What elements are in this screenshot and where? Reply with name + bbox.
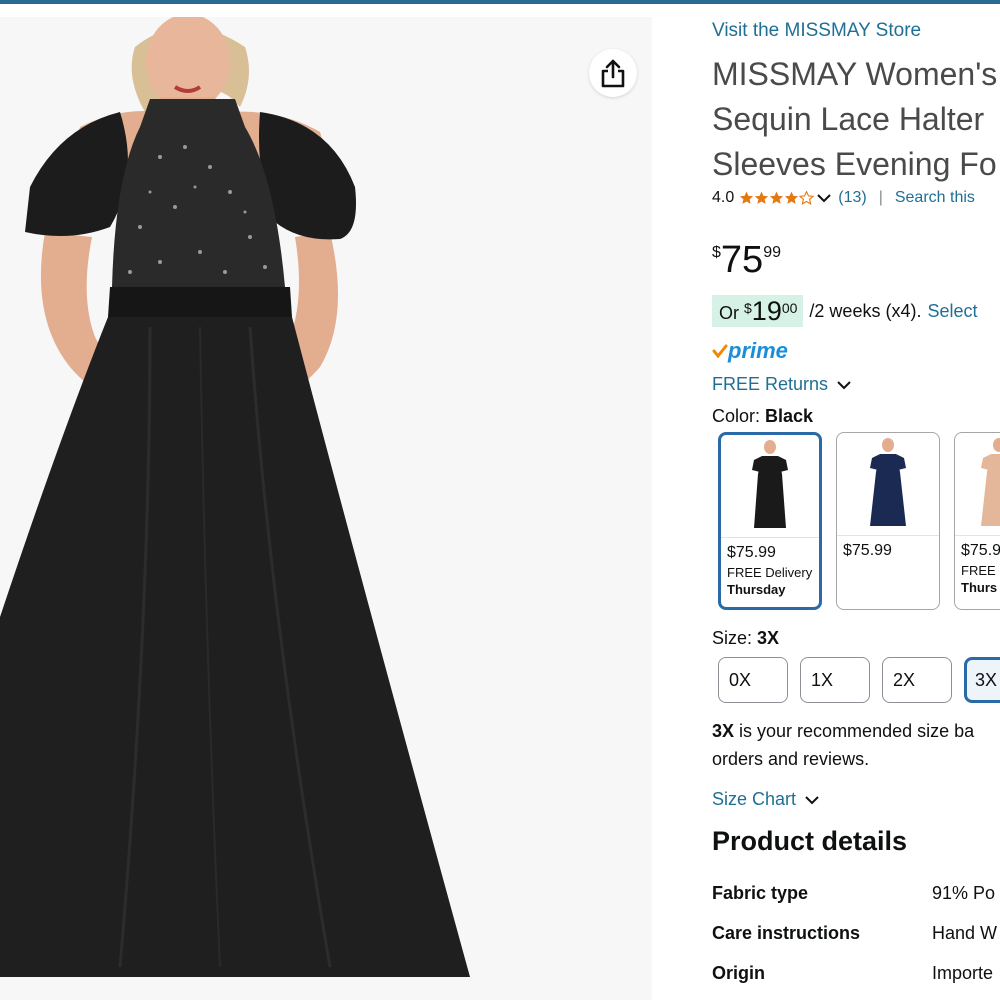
product-info-panel: Visit the MISSMAY Store MISSMAY Women's … — [712, 0, 1000, 1000]
size-chart-label: Size Chart — [712, 789, 797, 809]
star-icon — [755, 191, 769, 204]
installment-fraction: 00 — [781, 300, 798, 316]
recommendation-text: is your recommended size ba — [734, 721, 975, 741]
share-icon — [601, 59, 625, 88]
size-label-text: Size: — [712, 628, 753, 648]
rating-count-link[interactable]: (13) — [838, 189, 866, 207]
size-selected-value: 3X — [757, 628, 780, 648]
price-fraction: 99 — [763, 244, 781, 261]
chevron-down-icon — [837, 380, 851, 389]
star-icon — [785, 191, 799, 204]
installment-whole: 19 — [751, 296, 782, 326]
swatch-delivery: FREE Delivery — [727, 565, 813, 580]
product-title-line: Sequin Lace Halter — [712, 101, 985, 137]
installment-select-link[interactable]: Select — [927, 301, 977, 322]
detail-key: Origin — [712, 963, 765, 983]
prime-check-icon — [712, 344, 728, 358]
swatch-price: $75.99 — [843, 542, 892, 559]
swatch-thumbnail — [837, 433, 939, 536]
prime-badge: prime — [712, 338, 788, 364]
star-empty-icon — [799, 191, 815, 205]
swatch-delivery-day: Thursday — [727, 582, 786, 597]
price: $ 75 99 — [712, 238, 781, 282]
product-details-heading: Product details — [712, 826, 908, 856]
product-image-gallery[interactable] — [0, 17, 652, 1000]
size-chart-link[interactable]: Size Chart — [712, 789, 820, 810]
swatch-dress-image — [752, 440, 788, 528]
installment-offer: Or $ 19 00 /2 weeks (x4). Select — [712, 295, 978, 327]
price-symbol: $ — [712, 244, 721, 261]
color-swatch-champagne[interactable]: $75.9 FREE D Thurs — [954, 432, 1000, 610]
chevron-down-icon[interactable] — [816, 193, 832, 203]
recommendation-text-2: orders and reviews. — [712, 749, 870, 769]
search-this-link[interactable]: Search this — [895, 189, 975, 207]
detail-value: Importe — [932, 963, 994, 983]
swatch-dress-image — [981, 438, 1000, 526]
star-rating[interactable] — [739, 191, 815, 205]
color-label: Color: Black — [712, 406, 813, 427]
star-icon — [770, 191, 784, 204]
color-swatch-black[interactable]: $75.99 FREE Delivery Thursday — [718, 432, 822, 610]
free-returns-label: FREE Returns — [712, 374, 829, 394]
installment-prefix: Or — [719, 303, 739, 323]
product-title: MISSMAY Women's Sequin Lace Halter Sleev… — [712, 52, 1000, 187]
price-whole: 75 — [720, 239, 764, 281]
swatch-delivery-day: Thurs — [961, 580, 998, 595]
product-main-image[interactable] — [0, 17, 652, 1000]
swatch-thumbnail — [955, 433, 1000, 536]
product-title-line: MISSMAY Women's — [712, 56, 998, 92]
store-link[interactable]: Visit the MISSMAY Store — [712, 20, 921, 42]
rating-value: 4.0 — [712, 189, 735, 206]
detail-key: Fabric type — [712, 883, 809, 903]
size-option-2x[interactable]: 2X — [882, 657, 952, 703]
prime-label: prime — [728, 338, 788, 363]
installment-period: /2 weeks (x4). — [809, 300, 922, 321]
color-swatch-navy[interactable]: $75.99 — [836, 432, 940, 610]
chevron-down-icon — [805, 795, 819, 804]
installment-symbol: $ — [744, 300, 752, 316]
detail-value: 91% Po — [932, 883, 996, 903]
share-button[interactable] — [589, 49, 637, 97]
swatch-thumbnail — [721, 435, 819, 538]
color-label-text: Color: — [712, 406, 761, 426]
size-recommendation: 3X is your recommended size ba orders an… — [712, 717, 1000, 773]
swatch-price: $75.99 — [727, 544, 776, 561]
size-option-1x[interactable]: 1X — [800, 657, 870, 703]
swatch-dress-image — [870, 438, 906, 526]
swatch-delivery: FREE D — [961, 563, 1000, 578]
rating-separator: | — [878, 189, 883, 206]
detail-value: Hand W — [932, 923, 998, 943]
star-icon — [740, 191, 754, 204]
recommended-size: 3X — [712, 721, 735, 741]
size-label: Size: 3X — [712, 628, 779, 649]
product-title-line: Sleeves Evening Fo — [712, 146, 997, 182]
size-option-0x[interactable]: 0X — [718, 657, 788, 703]
detail-key: Care instructions — [712, 923, 861, 943]
free-returns-link[interactable]: FREE Returns — [712, 374, 852, 395]
size-option-3x[interactable]: 3X — [964, 657, 1000, 703]
swatch-price: $75.9 — [961, 542, 1000, 559]
rating-row: 4.0 (13) | Search this — [712, 189, 975, 207]
color-selected-value: Black — [765, 406, 814, 426]
installment-price-badge: Or $ 19 00 — [712, 295, 804, 327]
